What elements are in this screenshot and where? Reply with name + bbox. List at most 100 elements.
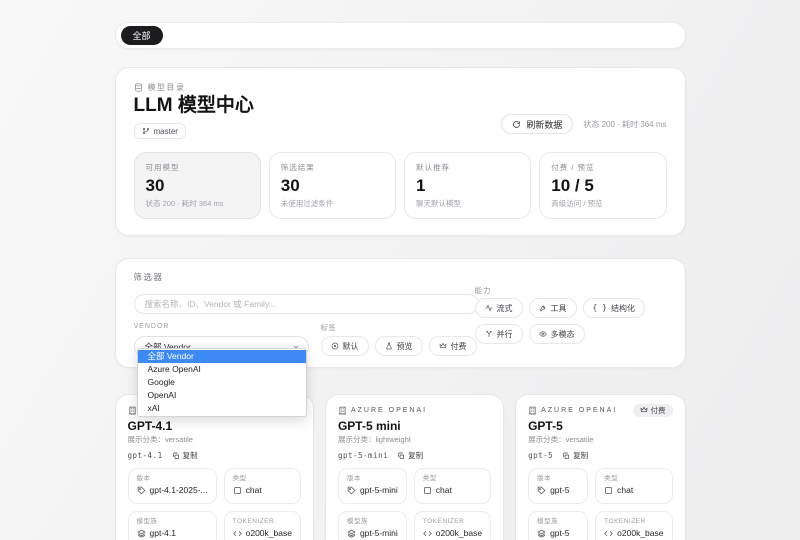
tags-label: 标签	[321, 323, 477, 331]
field-value: chat	[246, 485, 262, 496]
tag-paid-pill[interactable]: 付费	[429, 336, 477, 356]
tag-default-pill[interactable]: 默认	[321, 336, 369, 356]
stats-row: 可用模型 30 状态 200 · 耗时 364 ms 筛选结果 30 未使用过滤…	[134, 152, 667, 219]
paid-badge: 付费	[633, 404, 673, 417]
stat-value: 30	[281, 176, 384, 196]
fork-icon	[485, 330, 493, 338]
paid-badge-label: 付费	[651, 405, 666, 416]
header-card: 模型目录 LLM 模型中心 master 刷新数据 状态 200 · 耗时 36…	[115, 67, 686, 236]
field-label: 类型	[604, 475, 663, 482]
vendor-dropdown-menu: 全部 Vendor Azure OpenAI Google OpenAI xAI	[137, 348, 307, 417]
refresh-label: 刷新数据	[526, 118, 562, 131]
cap-tools-pill[interactable]: 工具	[529, 298, 577, 318]
square-icon	[423, 486, 432, 495]
tag-preview-pill[interactable]: 预览	[375, 336, 423, 356]
model-vendor-label: AZURE OPENAI	[351, 407, 427, 414]
copy-label: 复制	[573, 450, 588, 461]
copy-button[interactable]: 复制	[172, 450, 198, 461]
model-id-row: gpt-4.1 复制	[128, 450, 301, 461]
branch-badge: master	[134, 123, 186, 139]
vendor-option-all[interactable]: 全部 Vendor	[138, 350, 306, 363]
vendor-option-xai[interactable]: xAI	[138, 402, 306, 415]
stat-value: 30	[146, 176, 249, 196]
tags-group: 标签 默认 预览	[321, 323, 477, 358]
model-vendor: AZURE OPENAI	[528, 406, 617, 415]
field-type: 类型 chat	[414, 468, 491, 504]
stat-value: 1	[416, 176, 519, 196]
layers-icon	[347, 529, 356, 538]
model-field-grid: 版本 gpt-4.1-2025-... 类型 chat 模型族 gpt-4.1 …	[128, 468, 301, 540]
copy-button[interactable]: 复制	[397, 450, 423, 461]
tag-label: 预览	[397, 341, 413, 352]
top-filter-bar: 全部	[115, 22, 686, 49]
cap-streaming-pill[interactable]: 流式	[475, 298, 523, 318]
refresh-button[interactable]: 刷新数据	[501, 114, 573, 134]
stat-paid-preview: 付费 / 预览 10 / 5 高级访问 / 预览	[539, 152, 666, 219]
field-family: 模型族 gpt-5	[528, 511, 588, 540]
capability-pills: 流式 工具 { } 结构化 并行	[475, 298, 673, 344]
model-id: gpt-5-mini	[338, 451, 388, 460]
search-input[interactable]	[134, 294, 479, 314]
field-value: gpt-5-mini	[360, 485, 398, 496]
eye-icon	[539, 330, 547, 338]
field-value: chat	[617, 485, 633, 496]
field-label: TOKENIZER	[423, 518, 482, 525]
tag-label: 付费	[451, 341, 467, 352]
vendor-label: VENDOR	[134, 323, 309, 331]
copy-icon	[172, 452, 180, 460]
field-label: 模型族	[537, 518, 579, 525]
field-value: gpt-4.1-2025-...	[150, 485, 208, 496]
model-name: GPT-4.1	[128, 420, 301, 433]
stat-sub: 未使用过滤条件	[281, 198, 384, 209]
status-text: 状态 200 · 耗时 364 ms	[583, 119, 666, 130]
field-version: 版本 gpt-5	[528, 468, 588, 504]
wrench-icon	[539, 304, 547, 312]
field-type: 类型 chat	[595, 468, 672, 504]
cap-structured-pill[interactable]: { } 结构化	[583, 298, 645, 318]
branch-label: master	[154, 127, 178, 136]
stat-filter-results: 筛选结果 30 未使用过滤条件	[269, 152, 396, 219]
code-icon	[423, 529, 432, 538]
tag-label: 默认	[343, 341, 359, 352]
square-icon	[233, 486, 242, 495]
model-vendor-row: AZURE OPENAI	[338, 405, 491, 415]
building-icon	[128, 406, 137, 415]
model-vendor-label: AZURE OPENAI	[541, 407, 617, 414]
building-icon	[528, 406, 537, 415]
field-label: 模型族	[137, 518, 208, 525]
stat-label: 可用模型	[146, 162, 249, 173]
field-value: gpt-5	[550, 528, 569, 539]
cap-parallel-pill[interactable]: 并行	[475, 324, 523, 344]
model-id: gpt-4.1	[128, 451, 163, 460]
flask-icon	[385, 342, 393, 350]
vendor-option-google[interactable]: Google	[138, 376, 306, 389]
layers-icon	[537, 529, 546, 538]
catalog-eyebrow: 模型目录	[134, 82, 667, 92]
field-label: 类型	[423, 475, 482, 482]
crown-icon	[640, 406, 648, 414]
filter-all-pill[interactable]: 全部	[121, 26, 163, 45]
code-icon	[604, 529, 613, 538]
field-value: chat	[436, 485, 452, 496]
capabilities-label: 能力	[475, 285, 673, 293]
tag-icon	[347, 486, 356, 495]
stat-label: 默认推荐	[416, 162, 519, 173]
field-value: o200k_base	[617, 528, 663, 539]
stat-default-recommend: 默认推荐 1 聊天默认模型	[404, 152, 531, 219]
copy-icon	[562, 452, 570, 460]
model-vendor-row: AZURE OPENAI 付费	[528, 405, 672, 415]
field-family: 模型族 gpt-4.1	[128, 511, 217, 540]
building-icon	[338, 406, 347, 415]
field-label: 版本	[347, 475, 398, 482]
vendor-option-azure-openai[interactable]: Azure OpenAI	[138, 363, 306, 376]
cap-label: 并行	[497, 329, 513, 340]
refresh-icon	[512, 120, 521, 129]
copy-label: 复制	[408, 450, 423, 461]
model-name: GPT-5	[528, 420, 672, 433]
copy-button[interactable]: 复制	[562, 450, 588, 461]
page: 全部 模型目录 LLM 模型中心 master 刷新数据 状态 200 · 耗时…	[115, 0, 686, 540]
vendor-option-openai[interactable]: OpenAI	[138, 389, 306, 402]
layers-icon	[137, 529, 146, 538]
model-card-gpt-5-mini: AZURE OPENAI GPT-5 mini 展示分类：lightweight…	[325, 394, 504, 540]
cap-multimodal-pill[interactable]: 多模态	[529, 324, 585, 344]
